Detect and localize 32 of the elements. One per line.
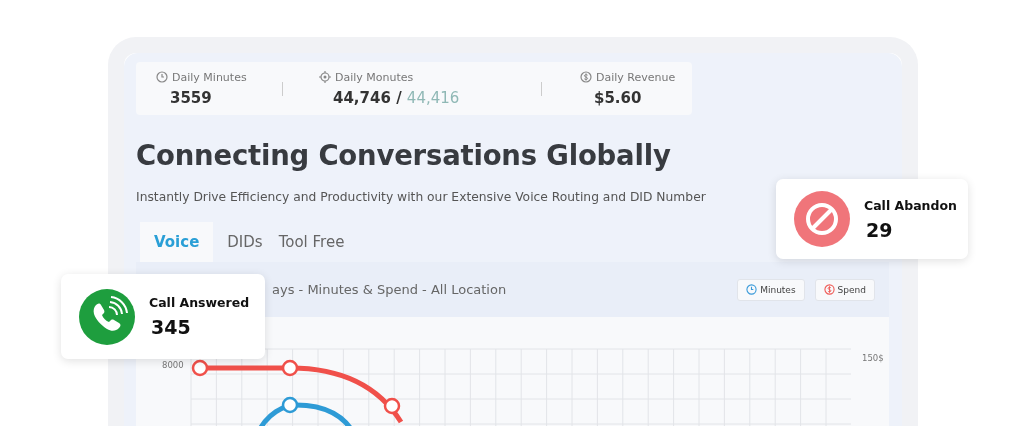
page-subtitle: Instantly Drive Efficiency and Productivity with our Extensive Voice Routing and DID Number xyxy=(136,190,707,204)
data-point xyxy=(281,359,299,377)
stat-label: Daily Minutes xyxy=(172,70,247,84)
toggle-button[interactable]: Minutes xyxy=(737,278,805,301)
card-value: 29 xyxy=(865,218,894,241)
prohibited-icon xyxy=(794,191,850,247)
data-point xyxy=(383,397,401,415)
dollar-icon xyxy=(823,284,835,295)
stat-label: Daily Monutes xyxy=(335,70,414,84)
data-point xyxy=(281,396,299,414)
clock-icon xyxy=(746,284,758,295)
card-value: 345 xyxy=(150,316,192,338)
axis-tick: 150$ xyxy=(862,353,884,363)
stat-value: $5.60 xyxy=(594,88,642,107)
dollar-icon xyxy=(580,71,592,83)
stat-target: 44,416 xyxy=(406,88,460,107)
separator: / xyxy=(396,88,402,107)
card-title: Call Abandon xyxy=(864,197,957,213)
axis-tick: 8000 xyxy=(162,360,184,370)
tab[interactable]: Voice xyxy=(140,222,214,262)
stat-label: Daily Revenue xyxy=(596,70,676,84)
page-heading: Connecting Conversations Globally xyxy=(136,139,672,171)
toggle-button[interactable]: Spend xyxy=(814,278,875,301)
card-title: Call Answered xyxy=(149,295,250,310)
chart-title: ays - Minutes & Spend - All Location xyxy=(272,282,507,297)
tab[interactable]: Tool Free xyxy=(270,222,353,262)
clock-icon xyxy=(156,71,168,83)
stat-value: 3559 xyxy=(170,88,212,107)
target-icon xyxy=(319,71,331,83)
phone-icon xyxy=(79,288,135,345)
stat-value: 44,746 xyxy=(333,88,391,107)
tab[interactable]: DIDs xyxy=(219,222,271,262)
